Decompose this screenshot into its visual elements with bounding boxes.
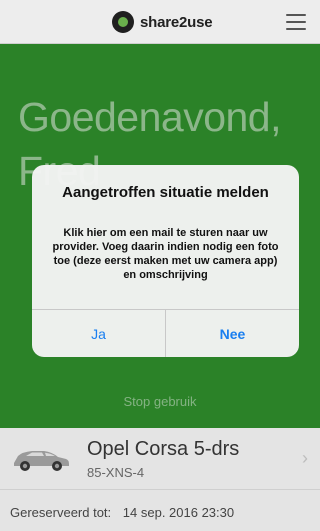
- dialog-message: Klik hier om een mail te sturen naar uw …: [52, 227, 279, 281]
- alert-dialog: Aangetroffen situatie melden Klik hier o…: [32, 165, 299, 357]
- vehicle-row[interactable]: Opel Corsa 5-drs 85-XNS-4 ›: [0, 428, 320, 490]
- hamburger-icon[interactable]: [286, 14, 306, 30]
- no-button[interactable]: Nee: [166, 310, 299, 357]
- reservation-label: Gereserveerd tot:: [10, 505, 112, 520]
- car-icon: [14, 451, 69, 471]
- reservation-info: Gereserveerd tot: 14 sep. 2016 23:30: [10, 505, 320, 520]
- logo-text: share2use: [140, 13, 213, 31]
- chevron-right-icon: ›: [302, 448, 308, 468]
- vehicle-plate: 85-XNS-4: [87, 465, 145, 480]
- dialog-title: Aangetroffen situatie melden: [62, 184, 269, 201]
- yes-button[interactable]: Ja: [32, 310, 165, 357]
- logo: share2use: [112, 11, 213, 33]
- vehicle-name: Opel Corsa 5-drs: [87, 438, 240, 460]
- logo-icon: [112, 11, 134, 33]
- reservation-value: 14 sep. 2016 23:30: [122, 505, 235, 520]
- app-header: share2use: [0, 0, 320, 44]
